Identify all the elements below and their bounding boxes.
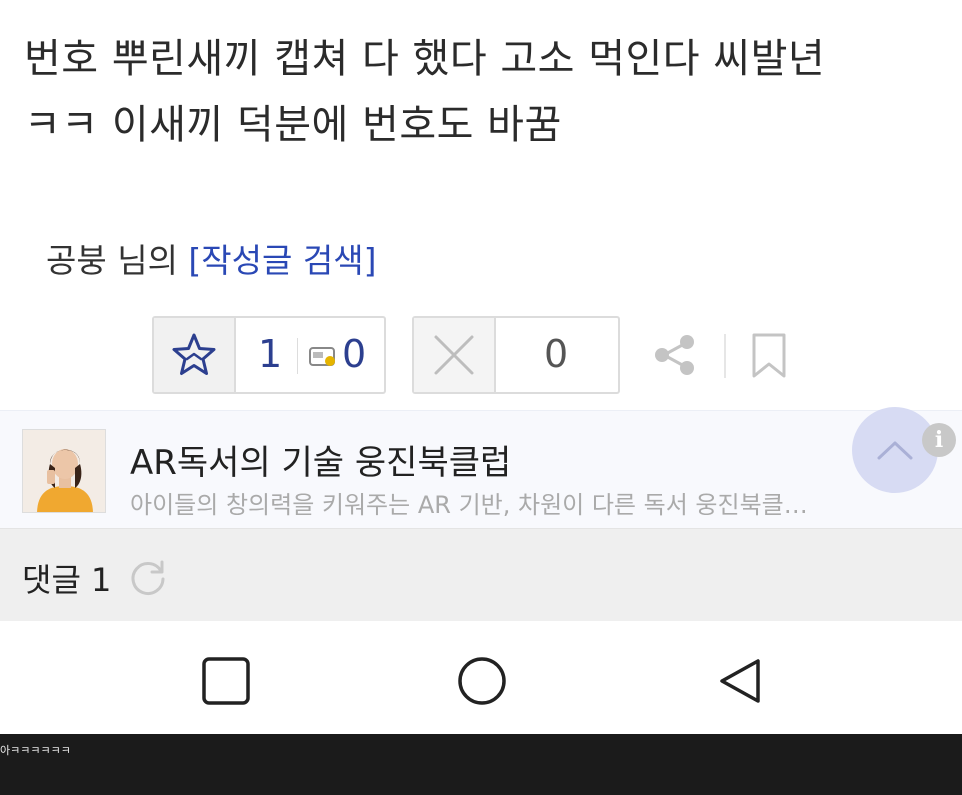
ad-thumbnail[interactable]	[22, 429, 106, 513]
x-icon	[434, 335, 474, 375]
post-text-line-1: 번호 뿌린새끼 캡쳐 다 했다 고소 먹인다 씨발년	[24, 36, 826, 82]
back-triangle-icon	[720, 659, 760, 703]
gift-card-icon	[309, 347, 335, 366]
ad-thumbnail-image	[23, 430, 105, 512]
author-post-search-link[interactable]: [작성글 검색]	[188, 241, 376, 280]
ad-info-icon[interactable]: i	[922, 423, 956, 457]
android-nav-bar	[0, 621, 962, 734]
ad-banner[interactable]: AR독서의 기술 웅진북클럽 아이들의 창의력을 키워주는 AR 기반, 차원이…	[0, 407, 962, 529]
refresh-comments-button[interactable]	[128, 557, 168, 601]
upvote-icon-cell[interactable]	[154, 318, 236, 392]
recent-apps-button[interactable]	[196, 651, 256, 711]
comment-bar: 댓글 1	[0, 528, 962, 622]
comment-count-label: 댓글 1	[22, 561, 112, 599]
ad-description[interactable]: 아이들의 창의력을 키워주는 AR 기반, 차원이 다른 독서 웅진북클…	[130, 485, 920, 520]
downvote-count: 0	[544, 332, 569, 376]
share-icon	[655, 335, 694, 375]
post-text: 번호 뿌린새끼 캡쳐 다 했다 고소 먹인다 씨발년 ㅋㅋ 이새끼 덕분에 번호…	[24, 26, 944, 158]
author-name: 공붕 님의	[46, 241, 189, 280]
square-icon	[202, 657, 250, 705]
vote-bar: 1 0 0	[152, 316, 852, 396]
post-text-line-2: ㅋㅋ 이새끼 덕분에 번호도 바꿈	[24, 102, 562, 148]
back-button[interactable]	[712, 651, 772, 711]
downvote-button[interactable]: 0	[412, 316, 620, 394]
star-icon	[172, 333, 216, 375]
author-line: 공붕 님의 [작성글 검색]	[46, 234, 376, 282]
chevron-up-icon	[877, 441, 913, 460]
vote-count-divider	[297, 338, 298, 374]
upvote-button[interactable]: 1 0	[152, 316, 386, 394]
upvote-count: 1	[258, 332, 283, 376]
home-button[interactable]	[452, 651, 512, 711]
refresh-icon	[131, 560, 165, 595]
gift-count: 0	[342, 332, 367, 376]
bookmark-button[interactable]	[750, 332, 788, 384]
post-content: 번호 뿌린새끼 캡쳐 다 했다 고소 먹인다 씨발년 ㅋㅋ 이새끼 덕분에 번호…	[0, 0, 962, 410]
caption-text: 아ㅋㅋㅋㅋㅋㅋ	[0, 744, 71, 757]
caption-strip: 아ㅋㅋㅋㅋㅋㅋ	[0, 734, 962, 795]
bookmark-icon	[752, 333, 786, 378]
share-button[interactable]	[652, 332, 698, 382]
ad-title[interactable]: AR독서의 기술 웅진북클럽	[130, 435, 511, 484]
circle-icon	[458, 657, 506, 705]
action-divider	[724, 334, 726, 378]
downvote-icon-cell[interactable]	[414, 318, 496, 392]
